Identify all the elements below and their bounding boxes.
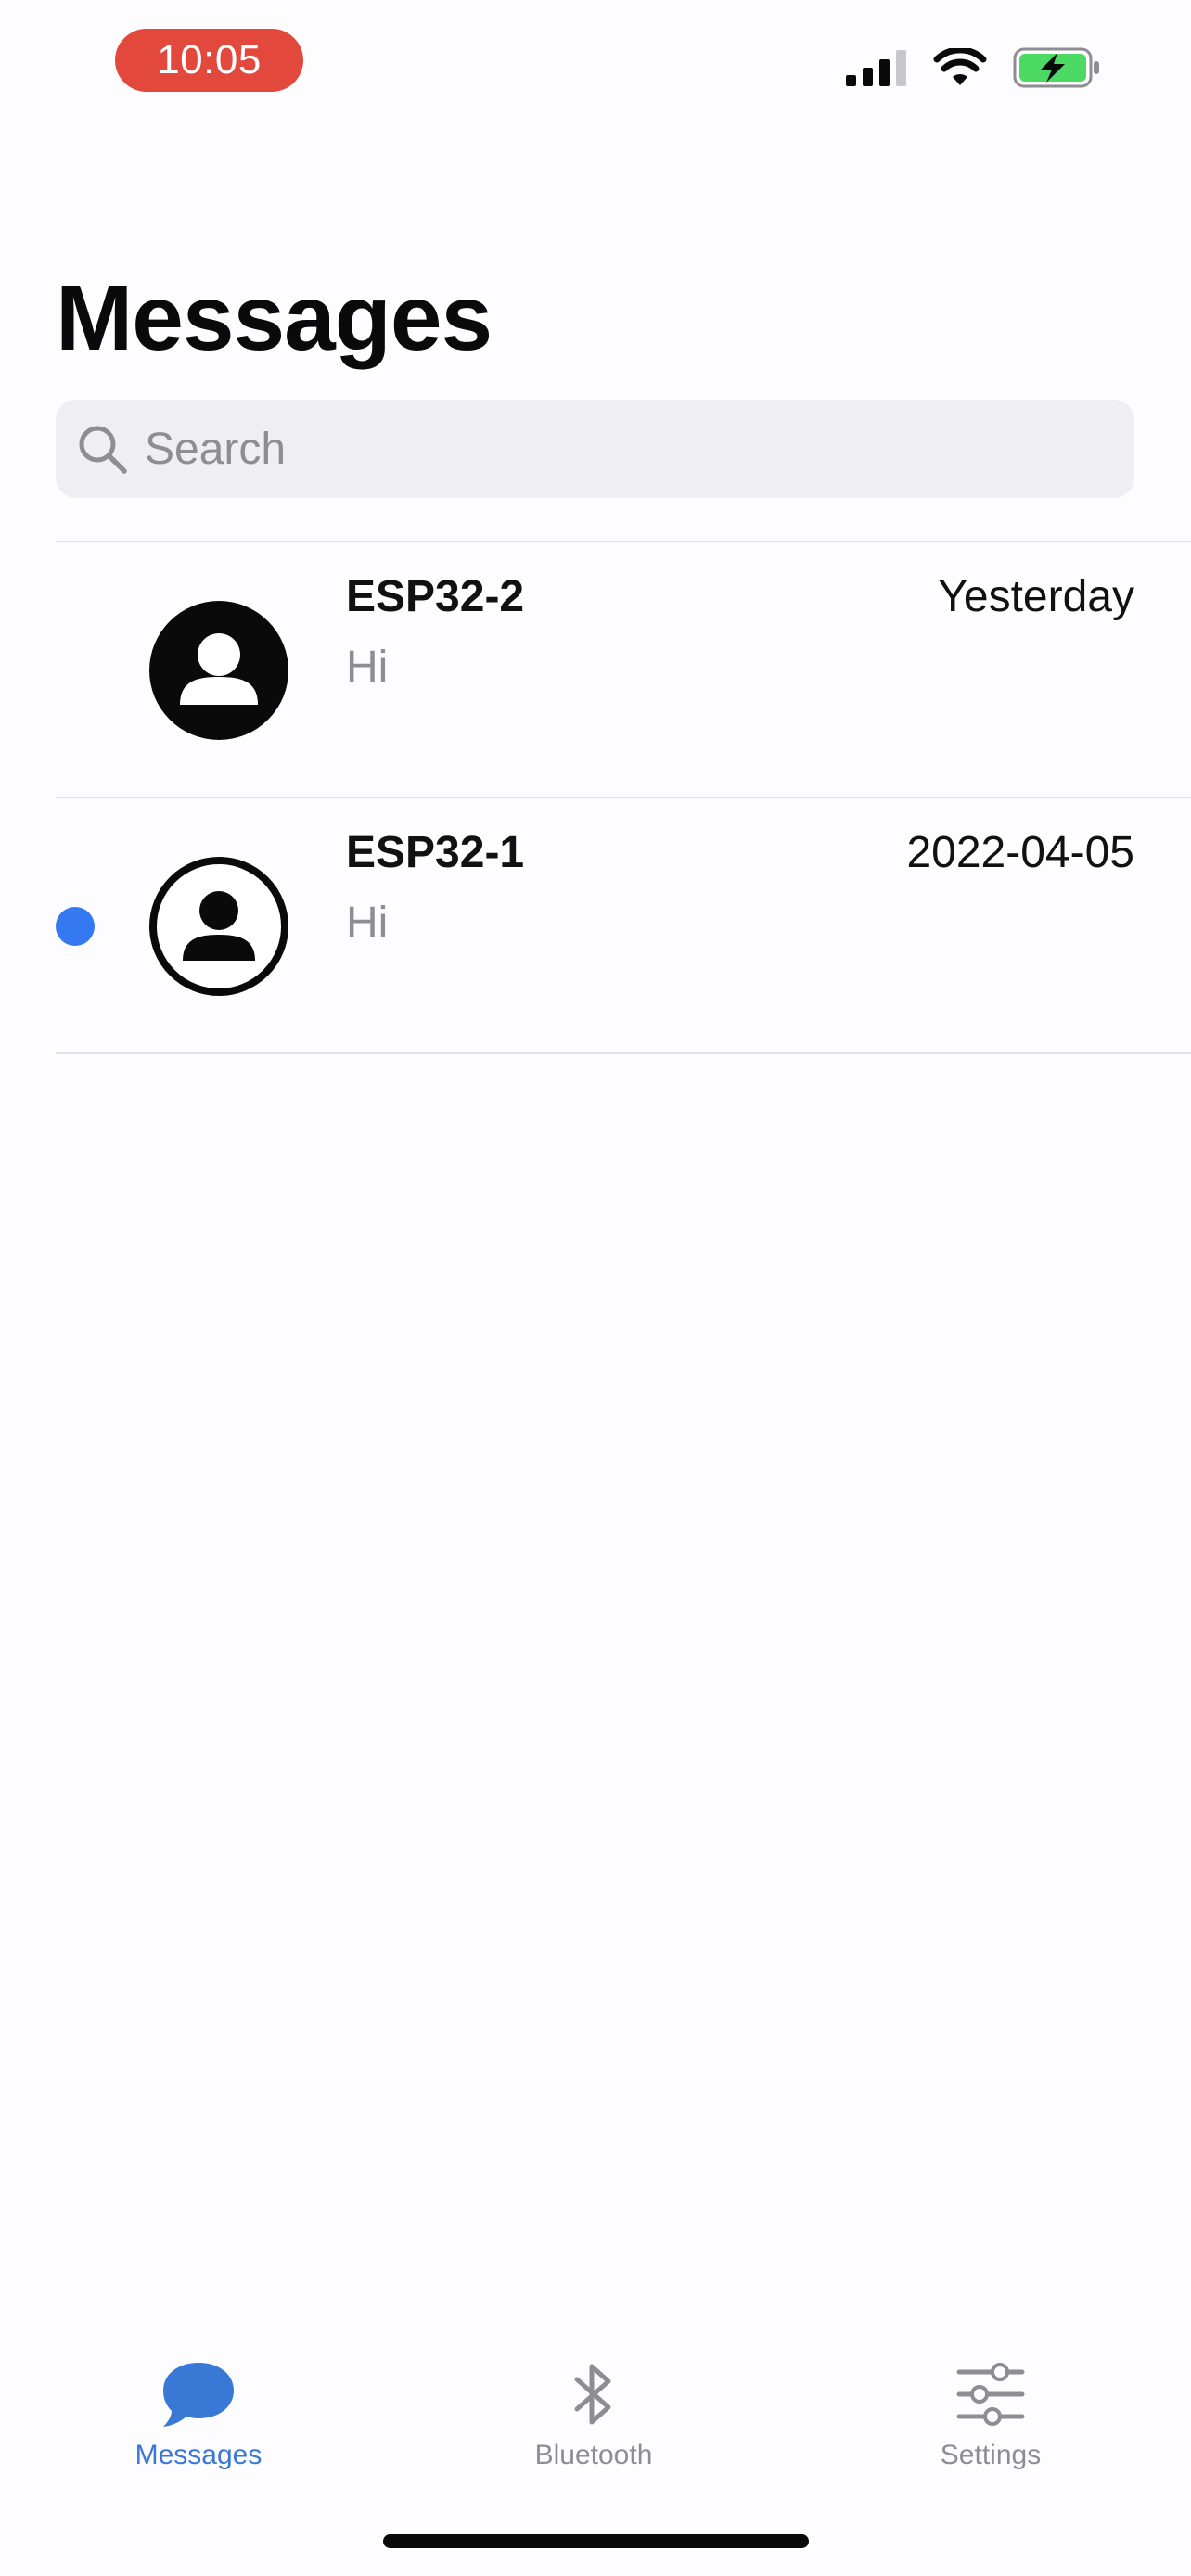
conversation-row-esp32-2[interactable]: ESP32-2 Yesterday Hi xyxy=(56,542,1191,797)
conversation-list: ESP32-2 Yesterday Hi ESP32-1 2022-04-05 … xyxy=(56,541,1191,1054)
conversation-name: ESP32-1 xyxy=(346,828,525,877)
conversation-name: ESP32-2 xyxy=(346,572,525,621)
conversation-preview: Hi xyxy=(346,899,389,948)
tab-bar: Messages Bluetooth Settings xyxy=(0,2346,1191,2476)
tab-label: Messages xyxy=(134,2440,263,2470)
wifi-icon xyxy=(933,48,987,85)
search-bar[interactable] xyxy=(56,400,1134,498)
tab-messages[interactable]: Messages xyxy=(96,2346,301,2476)
tab-label: Bluetooth xyxy=(534,2440,653,2470)
search-input[interactable] xyxy=(145,412,1072,486)
conversation-row-esp32-1[interactable]: ESP32-1 2022-04-05 Hi xyxy=(56,798,1191,1052)
unread-indicator xyxy=(56,907,95,946)
divider xyxy=(56,1052,1191,1054)
page-title: Messages xyxy=(56,266,493,370)
person-outline-icon xyxy=(149,857,288,996)
bluetooth-icon xyxy=(574,2364,611,2425)
messages-screen: 10:05 Messages Search ESP32-2 Yesterday … xyxy=(0,0,1191,2576)
home-indicator[interactable] xyxy=(383,2534,809,2548)
person-filled-icon xyxy=(149,601,288,740)
speech-bubble-icon xyxy=(163,2363,234,2427)
conversation-time: 2022-04-05 xyxy=(906,828,1134,877)
cellular-signal-icon xyxy=(846,50,906,86)
conversation-preview: Hi xyxy=(346,643,389,692)
status-icons xyxy=(846,45,1102,91)
sliders-icon xyxy=(956,2363,1025,2426)
conversation-time: Yesterday xyxy=(938,572,1134,621)
search-icon xyxy=(79,426,127,474)
battery-charging-icon xyxy=(1013,47,1099,88)
tab-settings[interactable]: Settings xyxy=(889,2346,1093,2476)
status-time[interactable]: 10:05 xyxy=(115,29,303,92)
tab-bluetooth[interactable]: Bluetooth xyxy=(492,2346,696,2476)
tab-label: Settings xyxy=(940,2440,1042,2470)
